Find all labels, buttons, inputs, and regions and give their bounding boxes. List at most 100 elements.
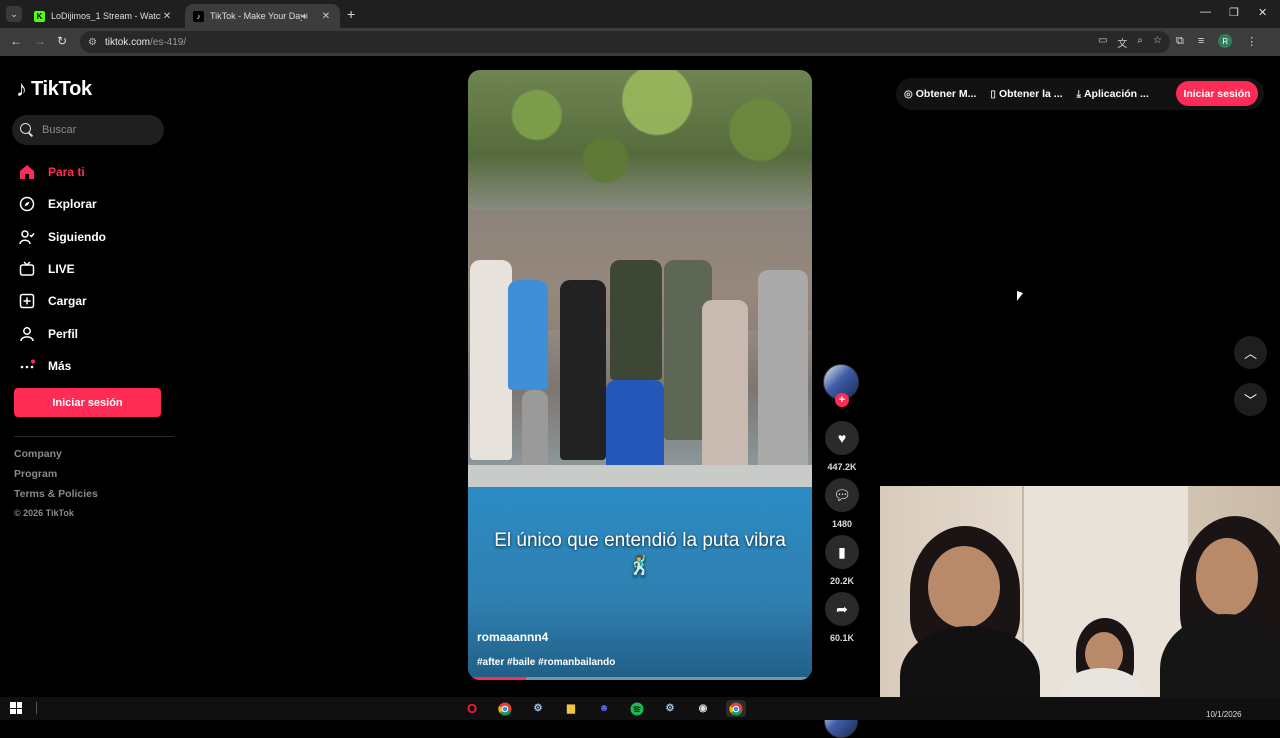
reading-list-icon[interactable]: ≡ [1198, 35, 1204, 47]
comment-count: 1480 [831, 519, 853, 529]
live-icon [18, 260, 36, 278]
terms-link[interactable]: Terms & Policies [14, 488, 98, 508]
company-link[interactable]: Company [14, 448, 98, 468]
creator-avatar[interactable]: + [823, 364, 859, 407]
get-coins-button[interactable]: ◎ Obtener M... [904, 88, 976, 100]
save-action[interactable]: ▮ 20.2K [822, 535, 862, 586]
minimize-button[interactable]: — [1200, 6, 1211, 18]
address-toolbar: ← → ↻ ⚙ tiktok.com/es-419/ ▭ 文 ⌕ ☆ ⧉ ≡ R… [0, 28, 1280, 56]
video-figure [560, 280, 606, 460]
speaker-icon[interactable]: 🔊︎ [302, 11, 314, 22]
sidebar-item-cargar[interactable]: Cargar [14, 285, 174, 317]
back-button[interactable]: ← [10, 34, 22, 48]
tab-lodijimos-stream[interactable]: K LoDijimos_1 Stream - Watch Li ✕ [26, 4, 181, 28]
forward-button[interactable]: → [34, 34, 46, 48]
address-bar[interactable]: ⚙ tiktok.com/es-419/ ▭ 文 ⌕ ☆ [80, 31, 1170, 53]
video-username[interactable]: romaaannn4 [477, 630, 548, 644]
browser-menu-icon[interactable]: ⋮ [1246, 35, 1257, 48]
video-progress-fill [468, 677, 527, 680]
obs-icon[interactable]: ◉ [693, 700, 713, 717]
tiktok-logo[interactable]: ♪ TikTok [16, 76, 92, 102]
share-action[interactable]: ➦ 60.1K [822, 592, 862, 643]
following-icon [18, 228, 36, 246]
spotify-icon[interactable] [627, 700, 647, 717]
tab-tiktok[interactable]: ♪ TikTok - Make Your Day 🔊︎ ✕ [185, 4, 340, 28]
search-input[interactable] [42, 124, 152, 136]
sidebar-login-button[interactable]: Iniciar sesión [14, 388, 161, 417]
sidebar-item-label: Explorar [48, 197, 97, 212]
install-app-icon[interactable]: ▭ [1098, 35, 1107, 50]
opera-icon[interactable]: O [462, 700, 482, 717]
video-caption: El único que entendió la puta vibra 🕺 [494, 530, 786, 577]
sidebar-item-label: Perfil [48, 326, 79, 341]
video-scene-people [468, 240, 812, 490]
video-player[interactable]: El único que entendió la puta vibra 🕺 ro… [468, 70, 812, 680]
program-link[interactable]: Program [14, 468, 98, 488]
steam-icon[interactable]: ⚙ [528, 700, 548, 717]
webcam-overlay [880, 486, 1280, 710]
sidebar-item-label: Siguiendo [48, 229, 106, 244]
sidebar: ♪ TikTok Para ti Explorar [0, 56, 176, 690]
steam-icon[interactable]: ⚙ [660, 700, 680, 717]
tab-title: TikTok - Make Your Day [210, 11, 302, 21]
header-login-button[interactable]: Iniciar sesión [1176, 81, 1258, 106]
taskbar-apps: O ⚙ ▆ ☻ ⚙ ◉ [462, 700, 746, 717]
restore-button[interactable]: ❐ [1229, 6, 1239, 19]
sidebar-item-label: LIVE [48, 262, 75, 277]
video-progress-bar[interactable] [468, 677, 812, 680]
new-tab-button[interactable]: + [347, 6, 355, 22]
chrome-profile-icon[interactable] [726, 700, 746, 717]
action-rail: + ♥ 447.2K 💬︎ 1480 ▮ 20.2K ➦ 60.1K [822, 364, 862, 738]
video-figure [508, 280, 548, 390]
bookmark-star-icon[interactable]: ☆ [1153, 35, 1162, 50]
comment-action[interactable]: 💬︎ 1480 [822, 478, 862, 529]
share-icon[interactable]: ➦ [825, 592, 859, 626]
comment-icon[interactable]: 💬︎ [825, 478, 859, 512]
video-figure [702, 300, 748, 480]
home-icon [18, 163, 36, 181]
reload-button[interactable]: ↻ [57, 34, 67, 48]
sidebar-item-live[interactable]: LIVE [14, 253, 174, 285]
sidebar-item-para-ti[interactable]: Para ti [14, 156, 174, 188]
search-box[interactable] [12, 115, 164, 145]
profile-avatar[interactable]: R [1218, 34, 1233, 48]
extensions-icon[interactable]: ⧉ [1176, 35, 1184, 48]
sidebar-item-label: Cargar [48, 294, 87, 309]
phone-icon: ▯ [990, 88, 996, 100]
file-explorer-icon[interactable]: ▆ [561, 700, 581, 717]
sidebar-footer: Company Program Terms & Policies © 2026 … [14, 448, 98, 522]
discord-icon[interactable]: ☻ [594, 700, 614, 717]
close-tab-icon[interactable]: ✕ [320, 11, 332, 22]
more-icon [18, 357, 36, 375]
close-window-button[interactable]: ✕ [1258, 6, 1267, 19]
close-tab-icon[interactable]: ✕ [161, 11, 173, 22]
bookmark-icon[interactable]: ▮ [825, 535, 859, 569]
zoom-icon[interactable]: ⌕ [1137, 35, 1143, 50]
previous-video-button[interactable]: ︿ [1234, 336, 1267, 369]
next-video-button[interactable]: ﹀ [1234, 383, 1267, 416]
get-app-button[interactable]: ▯ Obtener la ... [990, 88, 1062, 100]
follow-plus-icon[interactable]: + [835, 393, 849, 407]
site-info-icon[interactable]: ⚙ [88, 37, 97, 48]
heart-icon[interactable]: ♥ [825, 421, 859, 455]
url-host: tiktok.com [104, 36, 150, 48]
sidebar-item-siguiendo[interactable]: Siguiendo [14, 221, 174, 253]
chevron-down-icon: ﹀ [1243, 393, 1257, 408]
sidebar-item-perfil[interactable]: Perfil [14, 317, 174, 349]
like-action[interactable]: ♥ 447.2K [822, 421, 862, 472]
sidebar-nav: Para ti Explorar Siguiendo LIVE Cargar P… [14, 156, 174, 382]
desktop-app-button[interactable]: ⤓ Aplicación ... [1077, 88, 1149, 100]
logo-text: TikTok [31, 77, 92, 100]
chrome-icon[interactable] [495, 700, 515, 717]
video-scene-pool-edge [468, 465, 812, 487]
tab-search-button[interactable]: ⌄ [6, 6, 22, 22]
sidebar-item-mas[interactable]: Más [14, 350, 174, 382]
windows-start-icon[interactable] [10, 702, 22, 714]
video-figure [610, 260, 662, 380]
sidebar-item-explorar[interactable]: Explorar [14, 188, 174, 220]
coin-icon: ◎ [904, 88, 913, 100]
video-hashtags[interactable]: #after #baile #romanbailando [477, 657, 615, 668]
video-scene-trees [468, 70, 812, 220]
compass-icon [18, 195, 36, 213]
translate-icon[interactable]: 文 [1117, 35, 1127, 50]
